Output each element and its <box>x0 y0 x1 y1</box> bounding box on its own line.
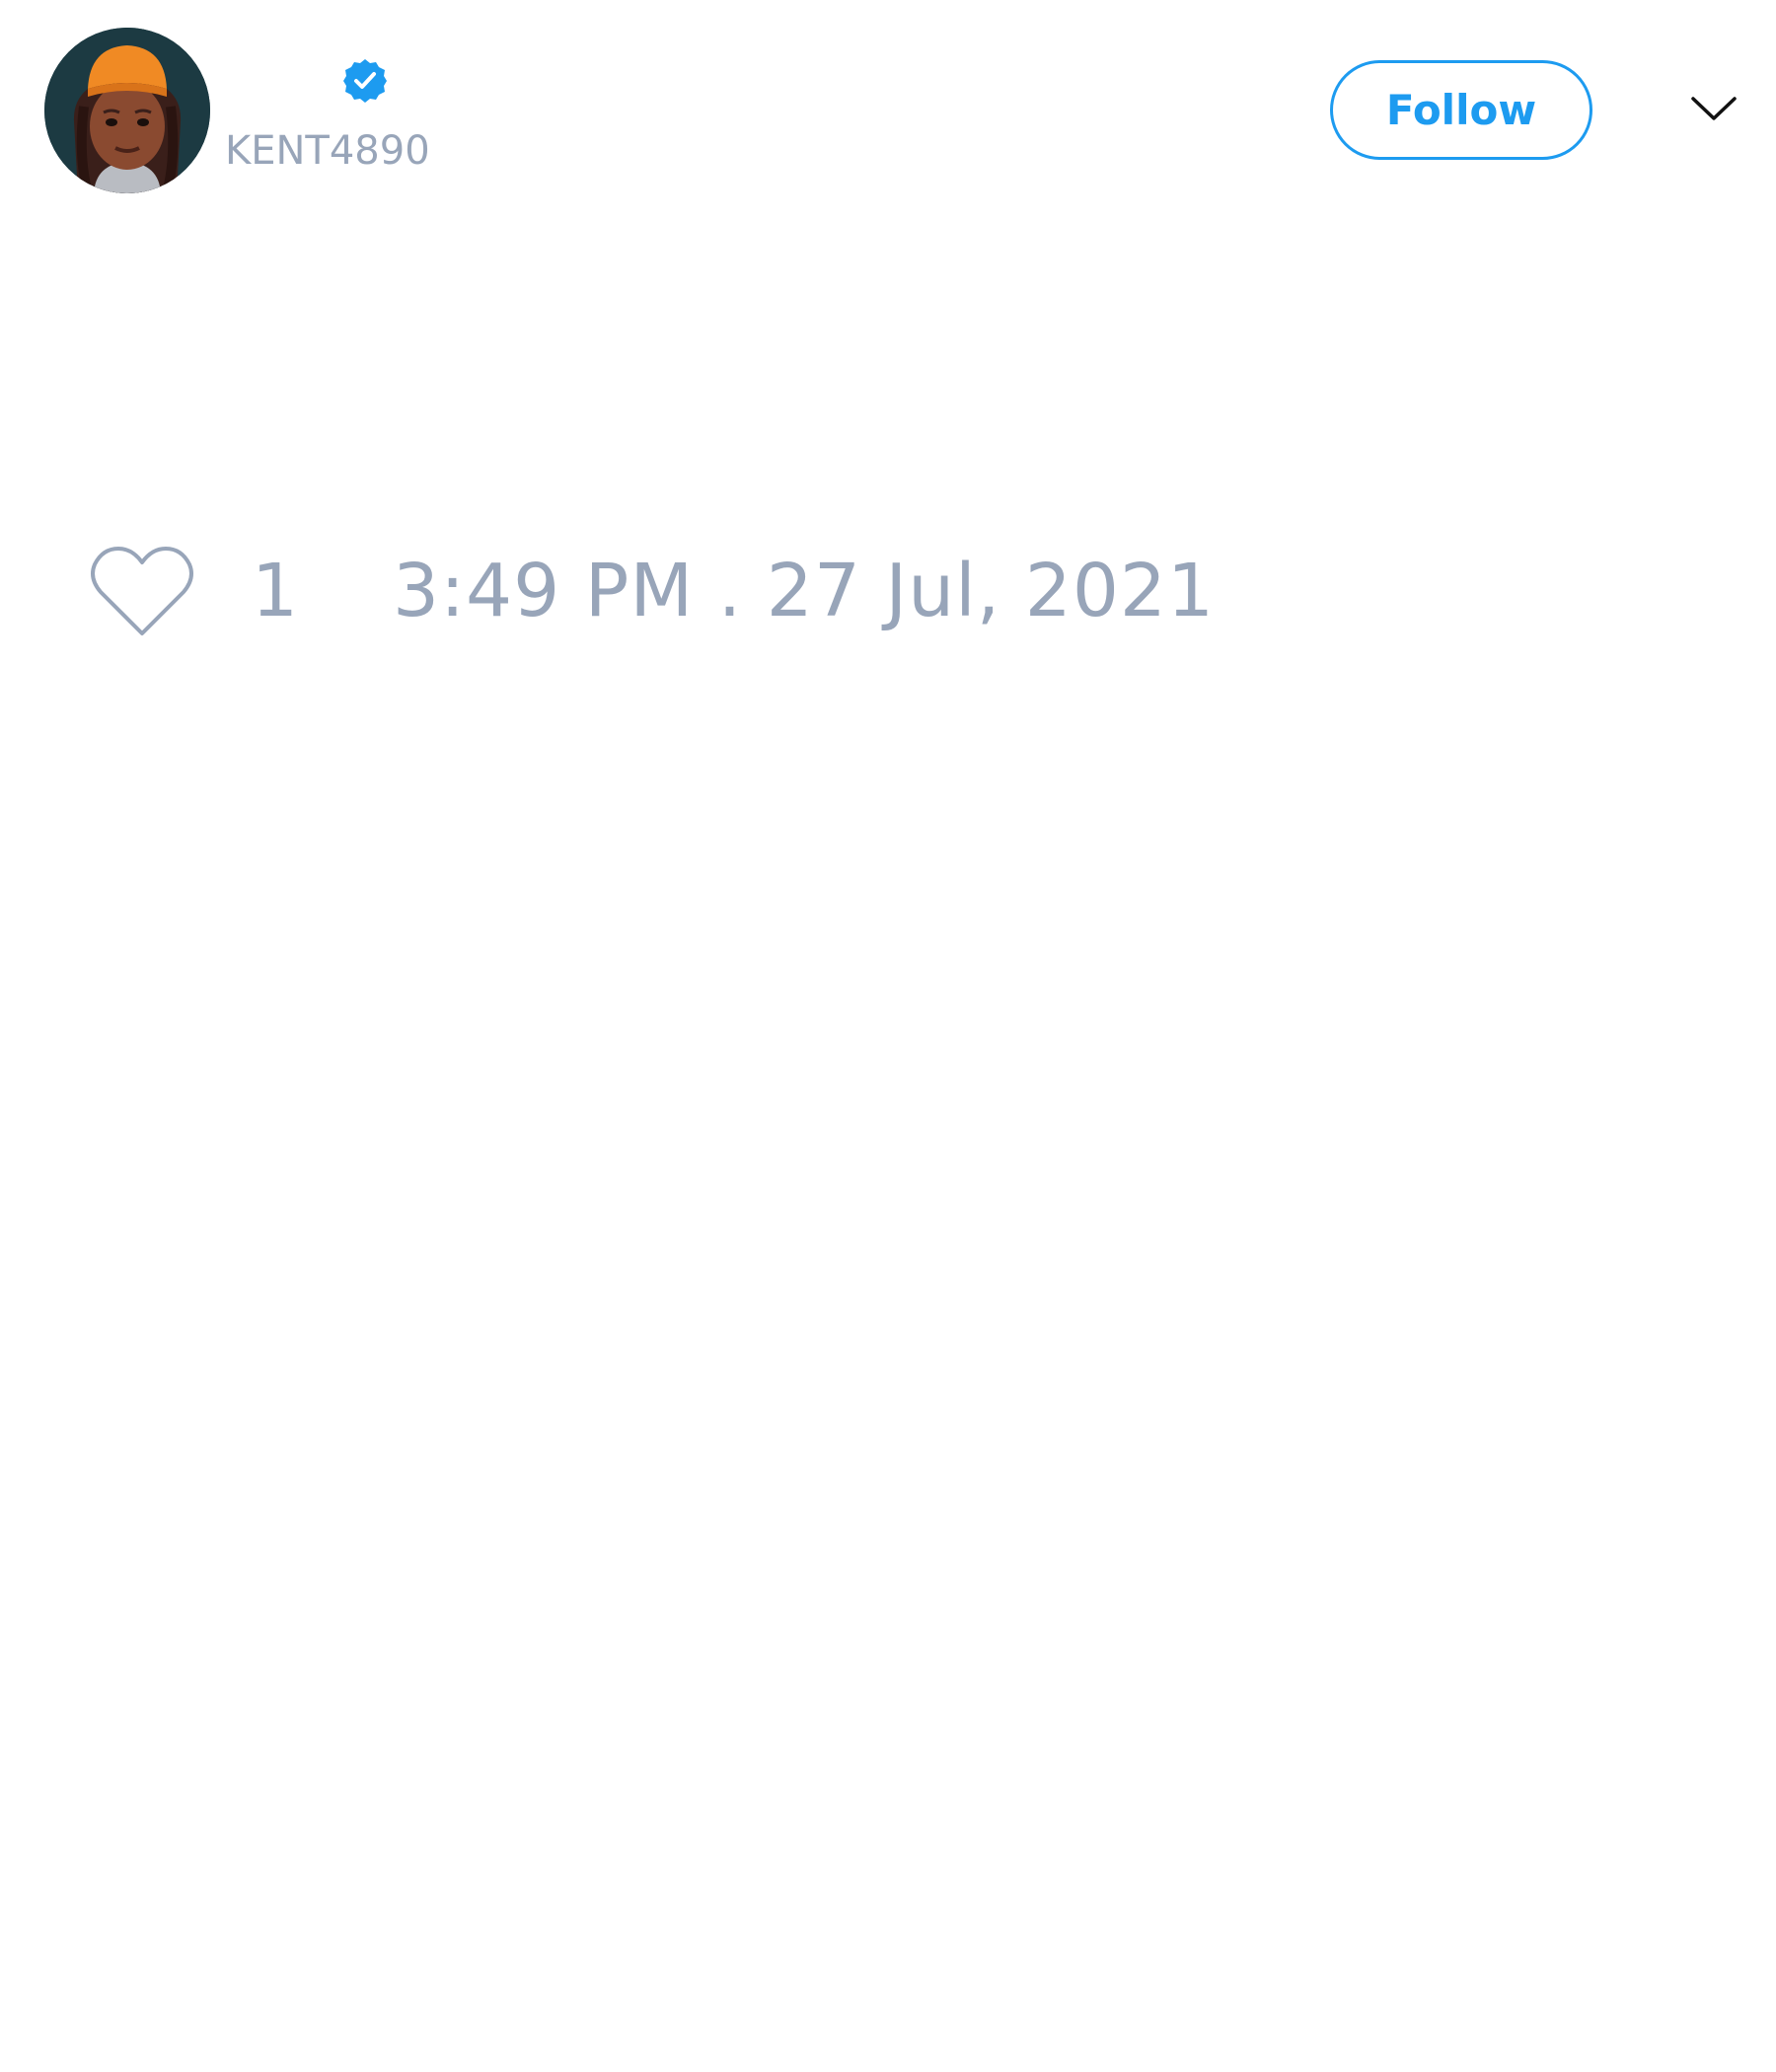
avatar[interactable] <box>44 28 210 193</box>
verified-badge-icon <box>343 59 387 103</box>
avatar-image <box>44 28 210 193</box>
like-count: 1 <box>252 549 299 633</box>
chevron-down-icon[interactable] <box>1689 89 1739 128</box>
author-handle[interactable]: KENT4890 <box>225 125 430 177</box>
tweet-stats: 1 3:49 PM . 27 Jul, 2021 <box>0 533 1776 641</box>
follow-button[interactable]: Follow <box>1330 60 1592 160</box>
heart-outline-icon[interactable] <box>87 543 197 641</box>
tweet-timestamp[interactable]: 3:49 PM . 27 Jul, 2021 <box>393 548 1215 634</box>
